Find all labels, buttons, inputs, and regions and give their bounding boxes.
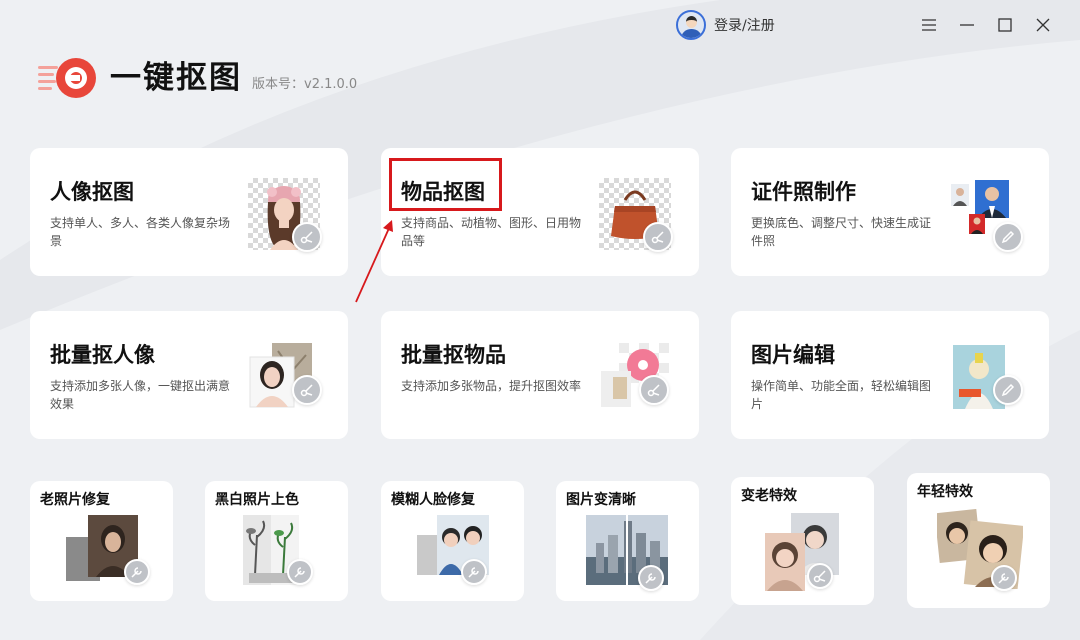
card-batch-object[interactable]: 批量抠物品 支持添加多张物品，提升抠图效率 — [381, 311, 699, 439]
card-desc: 支持添加多张人像，一键抠出满意效果 — [50, 379, 231, 411]
card-youth-effect[interactable]: 年轻特效 — [907, 473, 1050, 608]
login-label: 登录/注册 — [714, 18, 775, 34]
card-title: 图片编辑 — [751, 343, 835, 367]
logo-mark-icon — [38, 58, 96, 98]
menu-icon[interactable] — [910, 10, 948, 40]
minimize-icon[interactable] — [948, 10, 986, 40]
close-icon[interactable] — [1024, 10, 1062, 40]
app-logo: 一键抠图 版本号：v2.1.0.0 — [38, 56, 357, 100]
card-desc: 支持商品、动植物、图形、日用物品等 — [401, 216, 582, 248]
cutout-tool-icon — [292, 222, 322, 252]
card-title: 黑白照片上色 — [215, 492, 299, 508]
card-bw-colorize[interactable]: 黑白照片上色 — [205, 481, 348, 601]
card-image-sharpen[interactable]: 图片变清晰 — [556, 481, 699, 601]
card-id-photo[interactable]: 证件照制作 更换底色、调整尺寸、快速生成证件照 — [731, 148, 1049, 276]
repair-tool-icon — [461, 559, 487, 585]
repair-tool-icon — [991, 565, 1017, 591]
card-title: 年轻特效 — [917, 484, 973, 500]
cutout-tool-icon — [643, 222, 673, 252]
cutout-tool-icon — [639, 375, 669, 405]
cutout-tool-icon — [807, 563, 833, 589]
card-aging-effect[interactable]: 变老特效 — [731, 477, 874, 605]
card-title: 人像抠图 — [50, 180, 134, 204]
card-batch-portrait[interactable]: 批量抠人像 支持添加多张人像，一键抠出满意效果 — [30, 311, 348, 439]
login-register-button[interactable]: 登录/注册 — [676, 10, 775, 40]
card-title: 批量抠物品 — [401, 343, 506, 367]
edit-tool-icon — [993, 375, 1023, 405]
repair-tool-icon — [287, 559, 313, 585]
card-title: 老照片修复 — [40, 492, 110, 508]
edit-tool-icon — [993, 222, 1023, 252]
card-blur-face-repair[interactable]: 模糊人脸修复 — [381, 481, 524, 601]
card-desc: 更换底色、调整尺寸、快速生成证件照 — [751, 216, 932, 248]
card-title: 模糊人脸修复 — [391, 492, 475, 508]
annotation-arrow-icon — [355, 220, 393, 303]
card-desc: 操作简单、功能全面，轻松编辑图片 — [751, 379, 932, 411]
card-portrait-cutout[interactable]: 人像抠图 支持单人、多人、各类人像复杂场景 — [30, 148, 348, 276]
repair-tool-icon — [638, 565, 664, 591]
card-desc: 支持添加多张物品，提升抠图效率 — [401, 379, 582, 393]
repair-tool-icon — [124, 559, 150, 585]
card-title: 图片变清晰 — [566, 492, 636, 508]
cutout-tool-icon — [292, 375, 322, 405]
app-version: 版本号：v2.1.0.0 — [252, 77, 358, 92]
card-title: 证件照制作 — [751, 180, 856, 204]
highlight-box — [389, 158, 502, 211]
card-image-edit[interactable]: 图片编辑 操作简单、功能全面，轻松编辑图片 — [731, 311, 1049, 439]
window-controls — [910, 10, 1062, 40]
card-title: 变老特效 — [741, 488, 797, 504]
card-old-photo-repair[interactable]: 老照片修复 — [30, 481, 173, 601]
user-avatar-icon — [676, 10, 706, 40]
card-title: 批量抠人像 — [50, 343, 155, 367]
app-title: 一键抠图 — [110, 60, 242, 96]
maximize-icon[interactable] — [986, 10, 1024, 40]
card-desc: 支持单人、多人、各类人像复杂场景 — [50, 216, 231, 248]
